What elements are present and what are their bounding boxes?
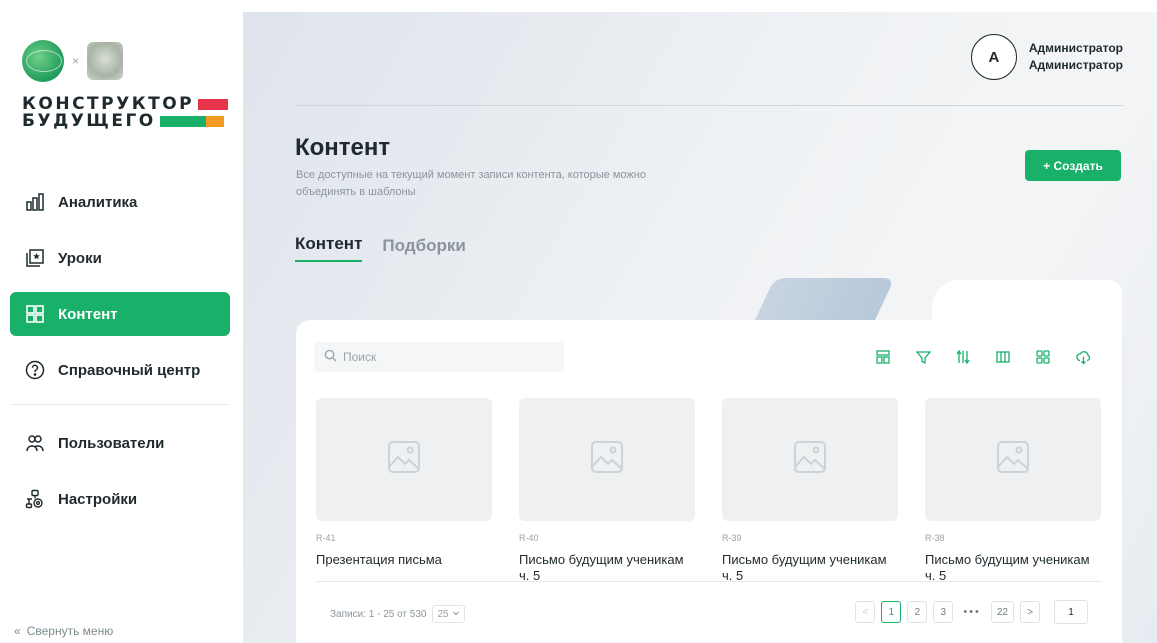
sidebar-item-analytics[interactable]: Аналитика	[10, 180, 230, 224]
users-icon	[24, 432, 46, 454]
content-item[interactable]: R-41 Презентация письма	[316, 398, 492, 580]
brand-bar-red	[198, 99, 229, 110]
grid-view-icon[interactable]	[1034, 348, 1052, 366]
sort-icon[interactable]	[954, 348, 972, 366]
content-item[interactable]: R-40 Письмо будущим ученикам ч. 5	[519, 398, 695, 580]
page-subtitle: Все доступные на текущий момент записи к…	[296, 169, 646, 198]
pagination: < 1 2 3 ••• 22 > 1	[855, 600, 1088, 624]
chevron-down-icon	[452, 609, 460, 620]
nav-divider	[10, 404, 230, 405]
content-item[interactable]: R-39 Письмо будущим ученикам ч. 5	[722, 398, 898, 580]
image-placeholder-icon	[589, 439, 625, 480]
header-divider	[296, 105, 1123, 106]
filter-icon[interactable]	[914, 348, 932, 366]
double-chevron-left-icon: «	[14, 624, 21, 638]
collapse-menu-button[interactable]: « Свернуть меню	[14, 624, 113, 638]
item-id: R-40	[519, 533, 539, 543]
search-box[interactable]	[314, 342, 564, 372]
page-jump-input[interactable]: 1	[1054, 600, 1088, 624]
table-view-icon[interactable]	[874, 348, 892, 366]
records-text: Записи: 1 - 25 от 530	[330, 608, 427, 620]
sidebar-item-label: Контент	[58, 305, 118, 323]
sidebar-item-label: Настройки	[58, 490, 138, 508]
pagination-divider	[316, 581, 1102, 582]
create-button[interactable]: + Создать	[1025, 150, 1121, 181]
next-page-button[interactable]: >	[1020, 601, 1040, 623]
item-title: Письмо будущим ученикам ч. 5	[722, 552, 887, 580]
sidebar-item-label: Аналитика	[58, 193, 138, 211]
thumbnail	[519, 398, 695, 521]
brand-line-2: БУДУЩЕГО	[22, 111, 156, 131]
thumbnail	[925, 398, 1101, 521]
page-button-2[interactable]: 2	[907, 601, 928, 623]
help-icon	[24, 359, 46, 381]
partner-logos: ×	[22, 40, 124, 82]
item-title: Письмо будущим ученикам ч. 5	[925, 552, 1090, 580]
item-id: R-41	[316, 533, 336, 543]
sidebar: × КОНСТРУКТОР БУДУЩЕГО Аналитика Уроки К…	[0, 0, 243, 643]
ministry-emblem-icon	[87, 42, 124, 80]
prev-page-button[interactable]: <	[855, 601, 876, 623]
tab-collections[interactable]: Подборки	[382, 236, 465, 262]
partner-logo-icon	[22, 40, 64, 82]
chart-icon	[24, 191, 46, 213]
pagination-ellipsis: •••	[963, 606, 981, 618]
user-name: Администратор Администратор	[1029, 40, 1123, 74]
columns-icon[interactable]	[994, 348, 1012, 366]
sidebar-item-label: Справочный центр	[58, 361, 201, 379]
sidebar-nav: Аналитика Уроки Контент Справочный центр	[10, 180, 230, 533]
lessons-icon	[24, 247, 46, 269]
sidebar-item-content[interactable]: Контент	[10, 292, 230, 336]
item-id: R-38	[925, 533, 945, 543]
page-button-1[interactable]: 1	[881, 601, 902, 623]
content-grid: R-41 Презентация письма R-40 Письмо буду…	[316, 398, 1101, 580]
page-button-3[interactable]: 3	[933, 601, 954, 623]
tab-content[interactable]: Контент	[295, 234, 363, 262]
per-page-select[interactable]: 25	[432, 605, 465, 623]
thumbnail	[722, 398, 898, 521]
image-placeholder-icon	[792, 439, 828, 480]
content-card: R-41 Презентация письма R-40 Письмо буду…	[296, 280, 1122, 643]
user-name-line-1: Администратор	[1028, 41, 1123, 55]
records-info: Записи: 1 - 25 от 530 25	[330, 605, 465, 623]
search-input[interactable]	[343, 350, 543, 364]
user-name-line-2: Администратор	[1028, 58, 1123, 72]
item-id: R-39	[722, 533, 742, 543]
download-icon[interactable]	[1074, 348, 1092, 366]
thumbnail	[316, 398, 492, 521]
logo-separator: ×	[72, 54, 80, 68]
page-button-last[interactable]: 22	[990, 601, 1014, 623]
item-title: Письмо будущим ученикам ч. 5	[519, 552, 684, 580]
main-content: А Администратор Администратор Контент Вс…	[243, 12, 1157, 643]
search-icon	[324, 349, 337, 365]
brand-logo: КОНСТРУКТОР БУДУЩЕГО	[22, 96, 229, 131]
image-placeholder-icon	[995, 439, 1031, 480]
content-grid-icon	[24, 303, 46, 325]
sidebar-item-label: Пользователи	[58, 434, 165, 452]
view-toolbar	[874, 348, 1092, 366]
content-tabs: Контент Подборки	[295, 234, 466, 262]
brand-bar-colors	[159, 116, 224, 127]
sidebar-item-help[interactable]: Справочный центр	[10, 348, 230, 392]
user-profile[interactable]: А Администратор Администратор	[970, 34, 1123, 80]
sidebar-item-label: Уроки	[58, 249, 102, 267]
sidebar-item-settings[interactable]: Настройки	[10, 477, 230, 521]
avatar[interactable]: А	[970, 34, 1017, 80]
item-title: Презентация письма	[316, 552, 442, 567]
sidebar-item-users[interactable]: Пользователи	[10, 421, 230, 465]
page-title: Контент	[295, 134, 391, 161]
image-placeholder-icon	[386, 439, 422, 480]
content-item[interactable]: R-38 Письмо будущим ученикам ч. 5	[925, 398, 1101, 580]
sidebar-item-lessons[interactable]: Уроки	[10, 236, 230, 280]
card-body: R-41 Презентация письма R-40 Письмо буду…	[296, 320, 1122, 643]
settings-icon	[24, 488, 46, 510]
per-page-value: 25	[437, 608, 449, 620]
collapse-menu-label: Свернуть меню	[26, 624, 114, 638]
